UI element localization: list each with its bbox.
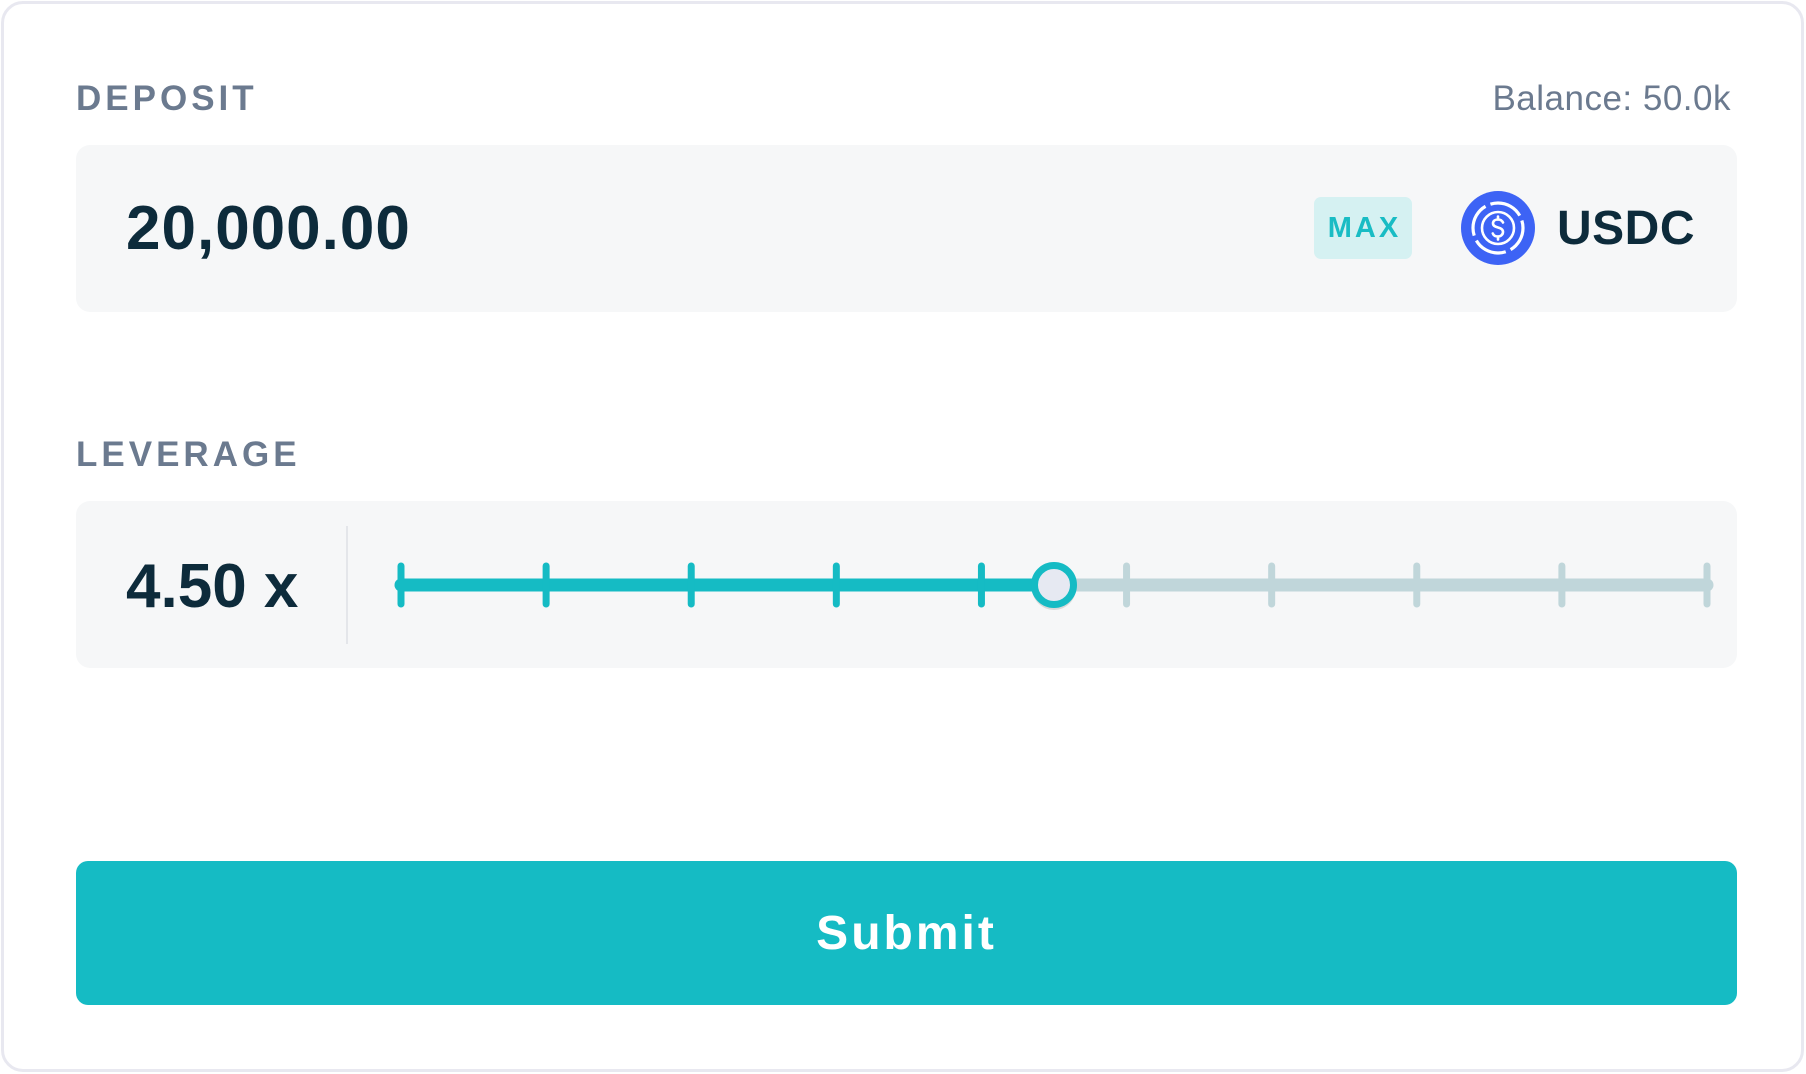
token-name: USDC — [1557, 201, 1696, 255]
usdc-icon — [1461, 191, 1535, 265]
slider-thumb[interactable] — [1031, 562, 1077, 608]
slider-track[interactable] — [389, 547, 1729, 623]
leverage-label: LEVERAGE — [76, 435, 301, 474]
leverage-input-box: 4.50 x — [76, 501, 1737, 668]
deposit-leverage-form: DEPOSIT Balance: 50.0k 20,000.00 MAX USD… — [1, 1, 1804, 1072]
leverage-value[interactable]: 4.50 x — [126, 551, 298, 622]
max-button[interactable]: MAX — [1314, 197, 1412, 259]
deposit-label: DEPOSIT — [76, 79, 258, 118]
balance-text: Balance: 50.0k — [1492, 79, 1731, 118]
divider — [346, 526, 348, 644]
token-selector[interactable]: USDC — [1461, 191, 1695, 265]
deposit-amount-input[interactable]: 20,000.00 — [126, 193, 411, 264]
submit-button[interactable]: Submit — [76, 861, 1737, 1005]
leverage-slider[interactable] — [389, 547, 1729, 623]
deposit-input-box[interactable]: 20,000.00 MAX USDC — [76, 145, 1737, 312]
